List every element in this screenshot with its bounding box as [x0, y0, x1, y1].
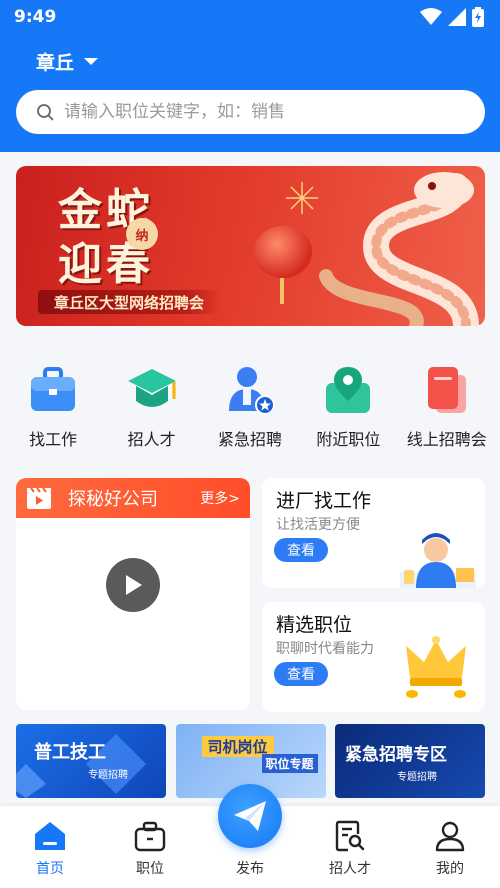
quick-link-label: 招人才 — [127, 430, 176, 449]
status-time: 9:49 — [14, 7, 57, 27]
promo-banner[interactable]: 金蛇 迎春 纳 章丘区大型网络招聘会 — [16, 166, 485, 326]
online-fair-icon — [421, 364, 473, 416]
lantern-tassel — [280, 278, 284, 304]
status-icons — [420, 7, 484, 27]
battery-icon — [472, 7, 484, 27]
search-bar[interactable] — [16, 90, 485, 134]
paper-plane-icon — [234, 801, 266, 831]
promo-subtitle: 让找活更方便 — [276, 517, 360, 533]
tile-subtitle: 专题招聘 — [88, 770, 128, 781]
quick-link-find-job[interactable]: 找工作 — [5, 364, 101, 454]
tab-label: 职位 — [136, 861, 164, 877]
promo-card-factory-jobs[interactable]: 进厂找工作 让找活更方便 查看 — [262, 478, 485, 588]
banner-seal: 纳 — [126, 218, 158, 250]
tab-label: 首页 — [36, 861, 64, 877]
quick-link-label: 附近职位 — [316, 430, 381, 449]
graduation-cap-icon — [126, 364, 178, 416]
quick-link-urgent-hiring[interactable]: 紧急招聘 — [202, 364, 298, 454]
quick-link-online-fair[interactable]: 线上招聘会 — [399, 364, 495, 454]
tile-subtitle: 专题招聘 — [397, 772, 437, 783]
resume-search-icon — [332, 818, 368, 854]
promo-card-featured-jobs[interactable]: 精选职位 职聊时代看能力 查看 — [262, 602, 485, 712]
urgent-person-icon — [224, 364, 276, 416]
promo-title: 进厂找工作 — [276, 490, 372, 512]
play-button[interactable] — [106, 558, 160, 612]
briefcase-icon — [27, 364, 79, 416]
location-city: 章丘 — [36, 52, 75, 74]
banner-subtitle: 章丘区大型网络招聘会 — [38, 290, 221, 314]
quick-link-nearby-jobs[interactable]: 附近职位 — [300, 364, 396, 454]
tab-find-talent[interactable]: 招人才 — [310, 818, 390, 878]
snake-illustration — [319, 172, 479, 326]
chevron-down-icon — [84, 58, 99, 65]
view-button[interactable]: 查看 — [274, 662, 328, 686]
tab-home[interactable]: 首页 — [10, 818, 90, 878]
video-card-header: 探秘好公司 更多> — [16, 478, 250, 518]
quick-link-label: 紧急招聘 — [217, 430, 282, 449]
tile-subtitle: 职位专题 — [261, 754, 318, 773]
tab-jobs[interactable]: 职位 — [110, 818, 190, 878]
status-bar: 9:49 — [0, 0, 500, 34]
more-link[interactable]: 更多> — [200, 488, 240, 508]
wifi-icon — [420, 8, 442, 25]
header: 9:49 章丘 — [0, 0, 500, 152]
view-button[interactable]: 查看 — [274, 538, 328, 562]
crown-illustration — [406, 636, 466, 698]
quick-link-label: 找工作 — [29, 430, 78, 449]
user-icon — [432, 818, 468, 854]
tab-mine[interactable]: 我的 — [410, 818, 490, 878]
video-card[interactable]: 探秘好公司 更多> — [16, 478, 250, 710]
play-icon — [126, 575, 142, 595]
promo-title: 精选职位 — [276, 614, 353, 636]
tile-title: 普工技工 — [34, 742, 106, 763]
quick-link-label: 线上招聘会 — [406, 430, 487, 449]
search-input[interactable] — [64, 102, 444, 122]
tile-title: 紧急招聘专区 — [345, 745, 447, 765]
publish-button[interactable] — [218, 784, 282, 848]
quick-links: 找工作 招人才 紧急招聘 附近职位 线上招聘会 — [0, 364, 500, 454]
firework-decoration — [286, 182, 318, 214]
tab-label: 我的 — [436, 861, 464, 877]
tab-label: 招人才 — [329, 861, 371, 877]
worker-illustration — [400, 533, 476, 588]
quick-link-find-talent[interactable]: 招人才 — [104, 364, 200, 454]
home-icon — [32, 818, 68, 854]
job-bag-icon — [132, 818, 168, 854]
tile-general-workers[interactable]: 普工技工 专题招聘 — [16, 724, 166, 798]
map-pin-icon — [322, 364, 374, 416]
lantern-decoration — [254, 226, 312, 278]
location-selector[interactable]: 章丘 — [36, 48, 99, 75]
signal-icon — [448, 8, 466, 26]
promo-subtitle: 职聊时代看能力 — [276, 641, 374, 657]
video-card-title: 探秘好公司 — [68, 489, 158, 510]
search-icon — [37, 104, 54, 121]
tile-urgent-zone[interactable]: 紧急招聘专区 专题招聘 — [335, 724, 485, 798]
clapperboard-icon — [27, 487, 51, 509]
tab-label: 发布 — [236, 861, 264, 877]
